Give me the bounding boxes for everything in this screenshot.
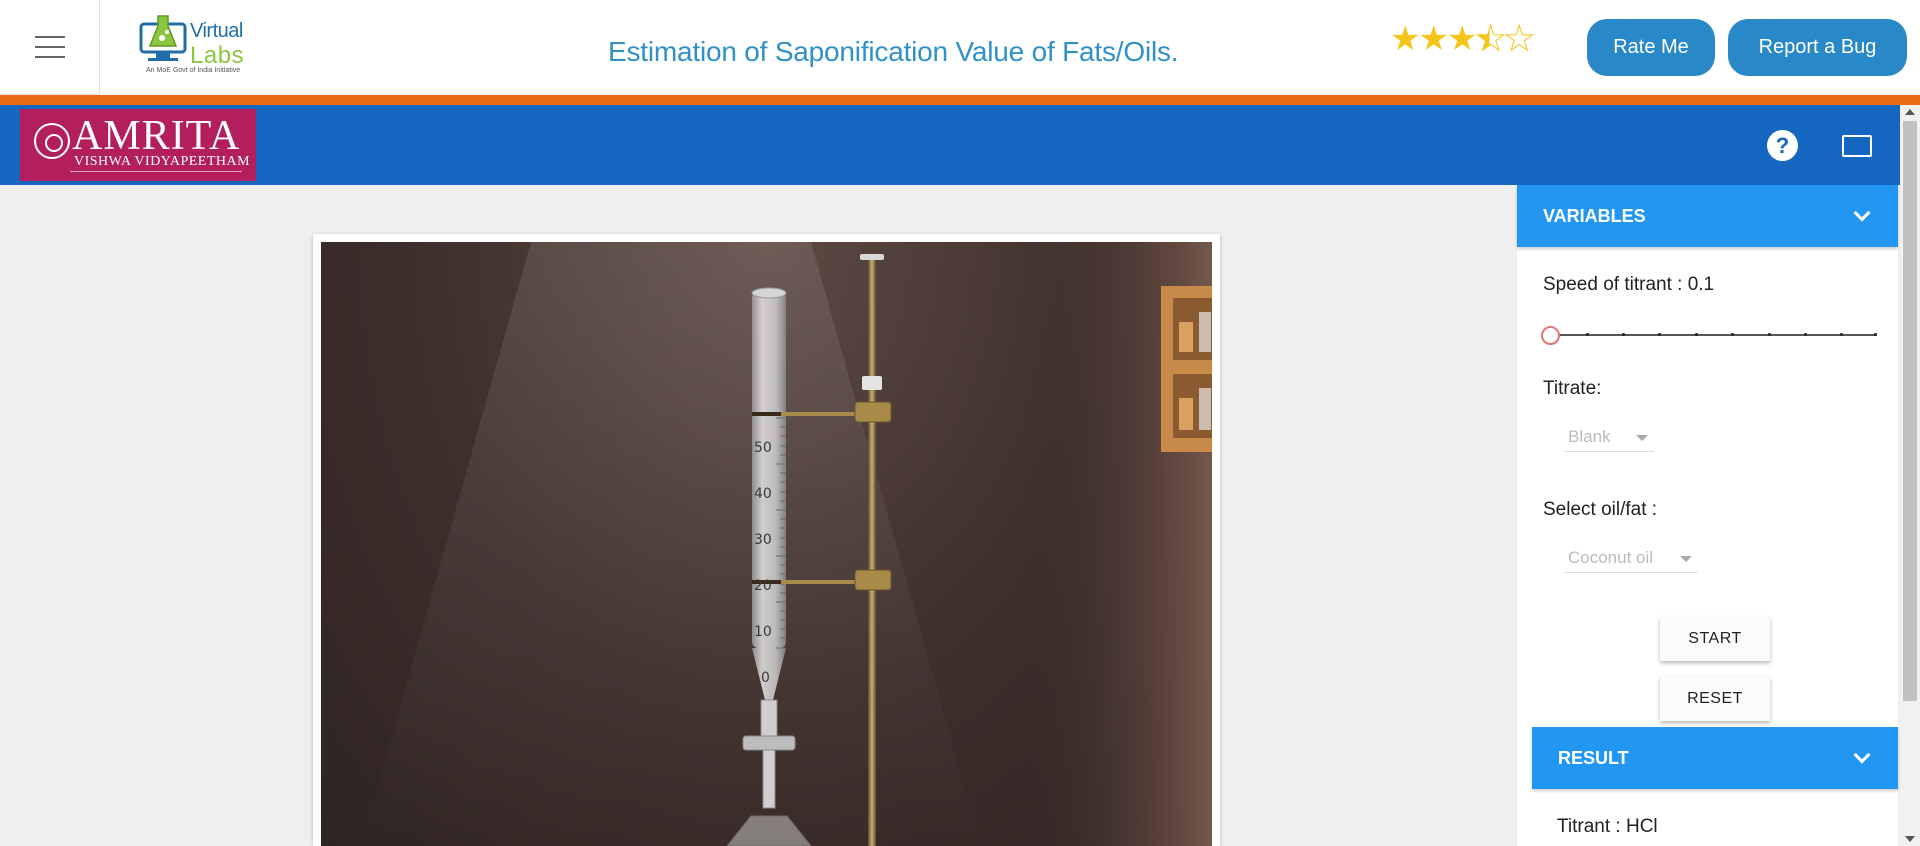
dropdown-caret-icon <box>1636 435 1648 441</box>
star-full-icon[interactable]: ★ <box>1418 20 1449 58</box>
titrate-selected-value: Blank <box>1568 426 1611 446</box>
hamburger-menu-button[interactable] <box>0 0 100 95</box>
virtual-labs-logo[interactable]: Virtual Labs An MoE Govt of India Initia… <box>138 14 250 78</box>
dropdown-caret-icon <box>1680 556 1692 562</box>
oil-fat-selected-value: Coconut oil <box>1568 547 1654 567</box>
fullscreen-icon[interactable] <box>1842 135 1872 157</box>
star-full-icon[interactable]: ★ <box>1447 20 1478 58</box>
chemical-shelf <box>1161 286 1212 452</box>
select-oil-fat-label: Select oil/fat : <box>1543 499 1658 520</box>
flask-monitor-icon <box>139 15 187 61</box>
rate-me-button[interactable]: Rate Me <box>1587 19 1715 76</box>
logo-word-virtual: Virtual <box>190 20 243 42</box>
titrant-result-text: Titrant : HCl <box>1557 816 1658 837</box>
amrita-subtitle: VISHWA VIDYAPEETHAM <box>74 154 251 169</box>
start-button[interactable]: START <box>1660 617 1770 661</box>
chevron-down-icon[interactable] <box>1853 204 1871 222</box>
help-icon[interactable]: ? <box>1767 130 1798 161</box>
star-half-icon[interactable]: ★ <box>1475 20 1507 58</box>
menu-icon <box>34 36 65 38</box>
logo-tagline: An MoE Govt of India Initiative <box>146 67 241 74</box>
logo-word-labs: Labs <box>190 42 245 69</box>
burette-tick-label: 50 <box>754 440 772 456</box>
scroll-down-arrow-icon[interactable] <box>1905 836 1915 842</box>
rating-stars[interactable]: ★★★★★ <box>1390 20 1535 58</box>
top-header: Virtual Labs An MoE Govt of India Initia… <box>0 0 1920 95</box>
star-full-icon[interactable]: ★ <box>1390 20 1421 58</box>
result-header[interactable]: RESULT <box>1532 727 1898 789</box>
chevron-down-icon[interactable] <box>1853 746 1871 764</box>
report-bug-button[interactable]: Report a Bug <box>1728 19 1907 76</box>
speed-slider-track[interactable] <box>1551 333 1877 336</box>
titrate-select[interactable]: Blank <box>1564 422 1654 452</box>
burette-tick-label: 10 <box>754 624 772 640</box>
burette-tick-label: 20 <box>754 578 772 594</box>
burette-tick-label: 0 <box>761 670 770 686</box>
titrate-label: Titrate: <box>1543 378 1602 399</box>
amrita-emblem-icon <box>34 123 70 159</box>
simulation-canvas[interactable]: 50 40 30 20 10 0 <box>321 242 1212 846</box>
amrita-name: AMRITA <box>72 113 241 159</box>
star-empty-icon[interactable]: ★ <box>1503 20 1535 58</box>
oil-fat-select[interactable]: Coconut oil <box>1564 543 1698 573</box>
variables-title: VARIABLES <box>1543 205 1646 226</box>
scrollbar-thumb[interactable] <box>1903 121 1917 701</box>
burette-tick-label: 30 <box>754 532 772 548</box>
variables-header[interactable]: VARIABLES <box>1517 185 1898 247</box>
burette-tick-label: 40 <box>754 486 772 502</box>
page-title: Estimation of Saponification Value of Fa… <box>608 36 1179 67</box>
light-cone <box>361 242 981 846</box>
scroll-up-arrow-icon[interactable] <box>1905 109 1915 115</box>
page-scrollbar[interactable] <box>1900 105 1920 846</box>
speed-of-titrant-label: Speed of titrant : 0.1 <box>1543 274 1715 295</box>
result-title: RESULT <box>1558 747 1629 768</box>
amrita-logo[interactable]: AMRITA VISHWA VIDYAPEETHAM <box>20 109 256 181</box>
accent-divider <box>0 95 1920 105</box>
lab-toolbar: AMRITA VISHWA VIDYAPEETHAM ? <box>0 105 1900 185</box>
speed-slider-thumb[interactable] <box>1541 326 1560 345</box>
reset-button[interactable]: RESET <box>1660 677 1770 721</box>
